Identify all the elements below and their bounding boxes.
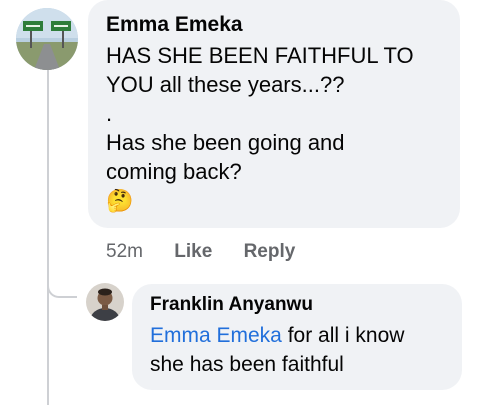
reply-bubble: Franklin Anyanwu Emma Emeka for all i kn… bbox=[132, 284, 462, 390]
comment-bubble: Emma Emeka HAS SHE BEEN FAITHFUL TO YOU … bbox=[88, 0, 460, 228]
reply-line: she has been faithful bbox=[150, 353, 344, 376]
thread-line bbox=[47, 64, 49, 405]
comment-timestamp[interactable]: 52m bbox=[106, 240, 143, 264]
reply-avatar[interactable] bbox=[86, 283, 124, 321]
thinking-face-icon: 🤔 bbox=[106, 188, 134, 213]
mention-link[interactable]: Emma Emeka bbox=[150, 324, 282, 347]
like-button[interactable]: Like bbox=[174, 240, 212, 264]
avatar-person-image bbox=[86, 283, 124, 321]
reply-button[interactable]: Reply bbox=[244, 240, 296, 264]
reply-author[interactable]: Franklin Anyanwu bbox=[150, 292, 444, 318]
comment-line: Has she been going and bbox=[106, 130, 345, 155]
reply-connector bbox=[47, 268, 77, 298]
reply-text: Emma Emeka for all i know she has been f… bbox=[150, 321, 444, 379]
comment-actions: 52m Like Reply bbox=[106, 240, 321, 264]
comment-author[interactable]: Emma Emeka bbox=[106, 11, 442, 39]
comment-line: YOU all these years...?? bbox=[106, 72, 345, 97]
avatar[interactable] bbox=[16, 8, 78, 70]
comment-line: HAS SHE BEEN FAITHFUL TO bbox=[106, 43, 414, 68]
comment-line: . bbox=[106, 101, 113, 126]
comment-line: coming back? bbox=[106, 159, 242, 184]
reply-line: Emma Emeka for all i know bbox=[150, 321, 444, 350]
reply-line-rest: for all i know bbox=[281, 324, 405, 347]
avatar-road-sign-image bbox=[16, 8, 78, 70]
comment-text: HAS SHE BEEN FAITHFUL TO YOU all these y… bbox=[106, 41, 442, 186]
